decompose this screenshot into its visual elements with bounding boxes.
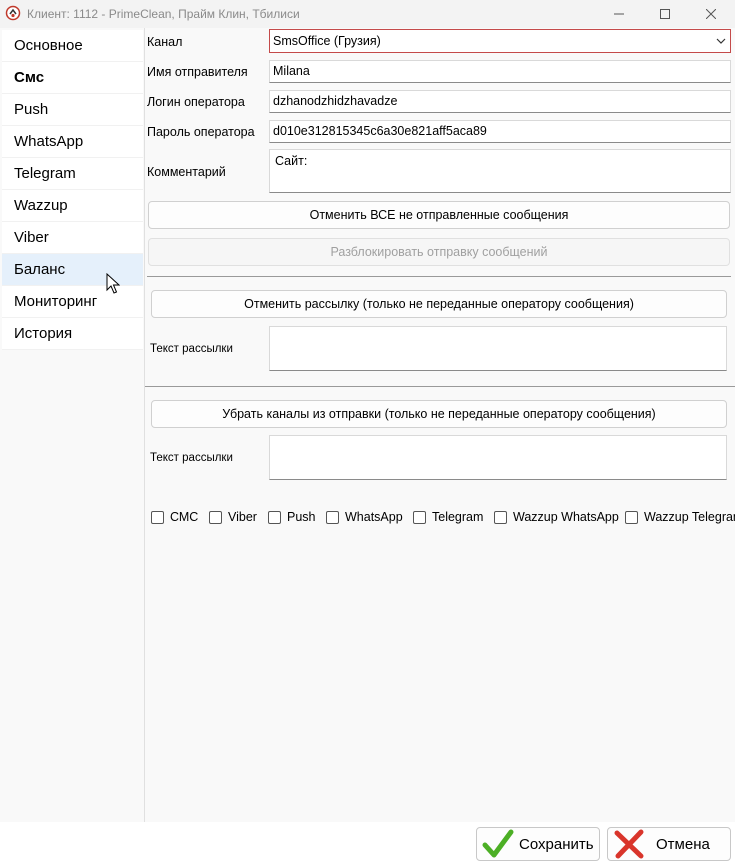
remove-channels-button[interactable]: Убрать каналы из отправки (только не пер… — [151, 400, 727, 428]
password-field[interactable]: d010e312815345c6a30e821aff5aca89 — [269, 120, 731, 143]
sender-field[interactable]: Milana — [269, 60, 731, 83]
window-title: Клиент: 1112 - PrimeClean, Прайм Клин, Т… — [27, 7, 300, 21]
chevron-down-icon — [716, 38, 726, 44]
sidebar: Основное Смс Push WhatsApp Telegram Wazzup Vib… — [0, 28, 145, 822]
mailing-text-field-1[interactable] — [269, 326, 727, 371]
sidebar-item-whatsapp[interactable]: WhatsApp — [2, 126, 143, 158]
cross-icon — [614, 829, 644, 859]
cancel-label: Отмена — [656, 835, 710, 853]
channel-checkbox-6[interactable]: Wazzup Telegram — [625, 510, 735, 524]
channel-checkbox-1[interactable]: Viber — [209, 510, 257, 524]
channel-checkbox-label: Wazzup Telegram — [644, 510, 735, 524]
maximize-icon — [660, 9, 670, 19]
checkmark-icon — [482, 829, 514, 858]
save-label: Сохранить — [519, 835, 594, 853]
sidebar-item-balance[interactable]: Баланс — [2, 254, 143, 286]
main-panel: Канал SmsOffice (Грузия) Имя отправителя… — [145, 28, 735, 822]
channel-checkbox-4[interactable]: Telegram — [413, 510, 483, 524]
channel-checkbox-label: Push — [287, 510, 316, 524]
channel-checkbox-0[interactable]: СМС — [151, 510, 198, 524]
checkbox-icon[interactable] — [268, 510, 281, 524]
footer: Сохранить Отмена — [0, 822, 735, 867]
mailing-text-label-1: Текст рассылки — [150, 343, 233, 355]
channel-checkbox-5[interactable]: Wazzup WhatsApp — [494, 510, 619, 524]
password-label: Пароль оператора — [147, 125, 255, 139]
save-button[interactable]: Сохранить — [476, 827, 600, 861]
close-button[interactable] — [688, 0, 734, 28]
sidebar-list: Основное Смс Push WhatsApp Telegram Wazzup Vib… — [2, 30, 143, 350]
checkbox-icon[interactable] — [413, 510, 426, 524]
cancel-all-button[interactable]: Отменить ВСЕ не отправленные сообщения — [148, 201, 730, 229]
channel-checkbox-label: Telegram — [432, 510, 484, 524]
channel-label: Канал — [147, 35, 183, 49]
checkbox-icon[interactable] — [494, 510, 507, 524]
comment-label: Комментарий — [147, 165, 226, 179]
channel-checkbox-2[interactable]: Push — [268, 510, 316, 524]
sidebar-item-push[interactable]: Push — [2, 94, 143, 126]
maximize-button[interactable] — [642, 0, 688, 28]
minimize-icon — [614, 13, 624, 15]
channel-checkbox-label: СМС — [170, 510, 199, 524]
cancel-mailing-button[interactable]: Отменить рассылку (только не переданные … — [151, 290, 727, 318]
divider-1 — [147, 276, 731, 277]
sidebar-item-viber[interactable]: Viber — [2, 222, 143, 254]
minimize-button[interactable] — [596, 0, 642, 28]
divider-2 — [145, 386, 735, 387]
channel-checkbox-3[interactable]: WhatsApp — [326, 510, 403, 524]
checkbox-icon[interactable] — [151, 510, 164, 524]
title-bar: Клиент: 1112 - PrimeClean, Прайм Клин, Т… — [0, 0, 735, 28]
sender-label: Имя отправителя — [147, 65, 248, 79]
checkbox-icon[interactable] — [625, 510, 638, 524]
channel-value: SmsOffice (Грузия) — [273, 34, 381, 48]
login-label: Логин оператора — [147, 95, 245, 109]
mailing-text-label-2: Текст рассылки — [150, 452, 233, 464]
channel-checkbox-label: Viber — [228, 510, 257, 524]
sidebar-item-monitoring[interactable]: Мониторинг — [2, 286, 143, 318]
sidebar-item-sms[interactable]: Смс — [2, 62, 143, 94]
sidebar-item-telegram[interactable]: Telegram — [2, 158, 143, 190]
app-icon — [5, 5, 21, 21]
sidebar-item-wazzup[interactable]: Wazzup — [2, 190, 143, 222]
sidebar-item-history[interactable]: История — [2, 318, 143, 350]
channel-checkbox-label: Wazzup WhatsApp — [513, 510, 619, 524]
login-field[interactable]: dzhanodzhidzhavadze — [269, 90, 731, 113]
unblock-button[interactable]: Разблокировать отправку сообщений — [148, 238, 730, 266]
channel-checkbox-label: WhatsApp — [345, 510, 403, 524]
comment-field[interactable]: Сайт: — [269, 149, 731, 193]
checkbox-icon[interactable] — [209, 510, 222, 524]
close-icon — [706, 9, 716, 19]
channel-select[interactable]: SmsOffice (Грузия) — [269, 29, 731, 53]
cancel-button[interactable]: Отмена — [607, 827, 731, 861]
checkbox-icon[interactable] — [326, 510, 339, 524]
mailing-text-field-2[interactable] — [269, 435, 727, 480]
sidebar-item-osnovnoe[interactable]: Основное — [2, 30, 143, 62]
